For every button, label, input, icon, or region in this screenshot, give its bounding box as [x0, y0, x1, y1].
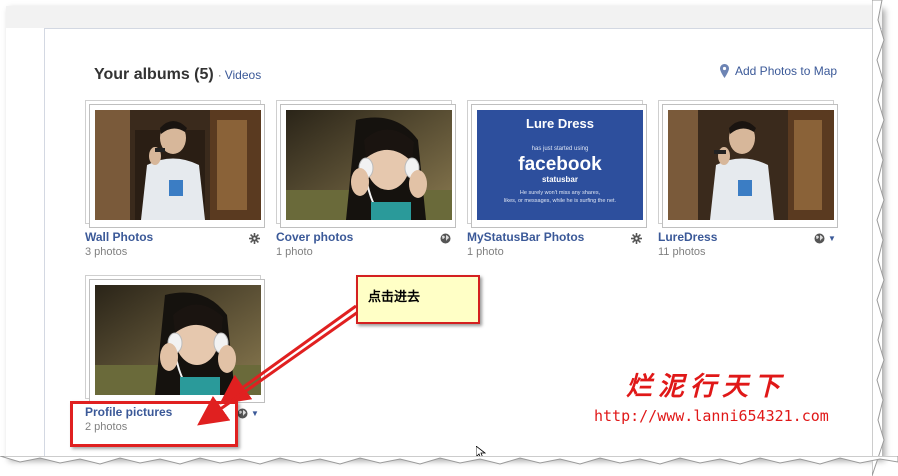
torn-edge-right [872, 0, 885, 476]
arrow-line [219, 304, 357, 405]
screenshot-frame: Your albums (5) · Videos Add Photos to Map [6, 6, 882, 458]
callout-text: 点击进去 [368, 289, 421, 304]
watermark: 烂泥行天下 http://www.lanni654321.com [594, 366, 876, 425]
arrow-line [197, 310, 359, 426]
torn-edge-bottom [0, 456, 898, 465]
watermark-title: 烂泥行天下 [626, 372, 787, 402]
annotation-callout: 点击进去 [356, 275, 480, 324]
watermark-url: http://www.lanni654321.com [594, 407, 829, 425]
